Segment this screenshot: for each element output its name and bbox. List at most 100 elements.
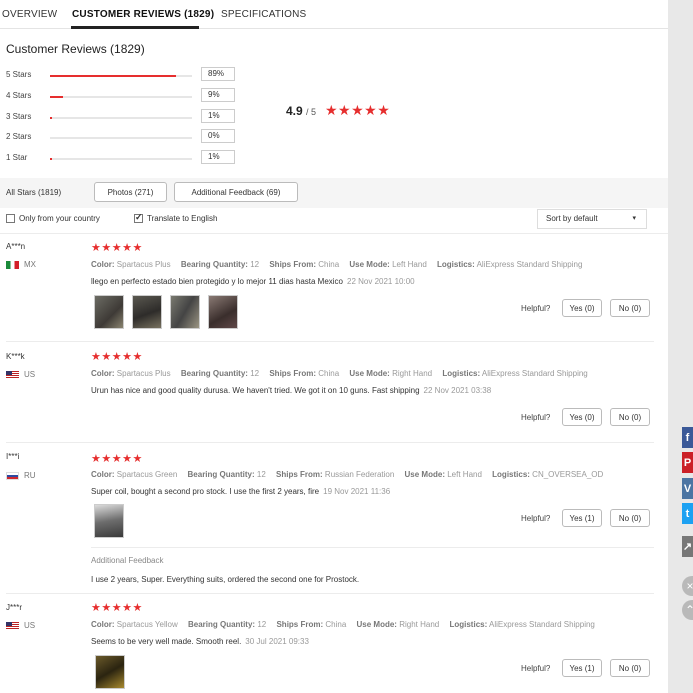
only-country-checkbox[interactable]	[6, 214, 15, 223]
additional-feedback-title: Additional Feedback	[91, 556, 164, 565]
reviewer-country-code: US	[24, 621, 36, 630]
helpful-no-button[interactable]: No (0)	[610, 659, 650, 677]
tab-overview[interactable]: OVERVIEW	[2, 9, 57, 20]
rating-percent: 1%	[201, 109, 235, 123]
pinterest-icon[interactable]: P	[682, 452, 693, 473]
reviewer-name: I***i	[6, 452, 20, 461]
divider	[6, 442, 654, 443]
reviewer-country-code: RU	[24, 471, 36, 480]
reviewer-name: J***r	[6, 603, 23, 612]
rating-percent: 1%	[201, 150, 235, 164]
helpful-no-button[interactable]: No (0)	[610, 509, 650, 527]
rating-row-4[interactable]: 4 Stars 9%	[6, 88, 236, 103]
usa-flag-icon	[6, 621, 19, 630]
tab-customer-reviews[interactable]: CUSTOMER REVIEWS (1829)	[72, 9, 214, 20]
review-date: 19 Nov 2021 11:36	[323, 487, 391, 496]
helpful-label: Helpful?	[521, 413, 551, 422]
tab-specifications[interactable]: SPECIFICATIONS	[221, 9, 306, 20]
rating-bar	[50, 117, 192, 119]
review-text: Super coil, bought a second pro stock. I…	[91, 487, 391, 496]
rating-label: 2 Stars	[6, 132, 32, 141]
rating-row-1[interactable]: 1 Star 1%	[6, 150, 236, 165]
review-stars-icon: ★★★★★	[91, 602, 143, 614]
translate-checkbox[interactable]	[134, 212, 143, 223]
rating-label: 4 Stars	[6, 91, 32, 100]
review-stars-icon: ★★★★★	[91, 242, 143, 254]
average-rating: 4.9 / 5	[286, 104, 316, 118]
review-attributes: Color: Spartacus Yellow Bearing Quantity…	[91, 620, 595, 629]
rating-label: 1 Star	[6, 153, 28, 162]
review-photo-thumbnail[interactable]	[94, 504, 124, 538]
rating-label: 3 Stars	[6, 112, 32, 121]
average-stars-icon: ★★★★★	[325, 102, 391, 118]
review-photo-thumbnail[interactable]	[208, 295, 238, 329]
divider	[6, 341, 654, 342]
translate-label: Translate to English	[147, 214, 218, 223]
facebook-icon[interactable]: f	[682, 427, 693, 448]
helpful-yes-button[interactable]: Yes (0)	[562, 299, 602, 317]
rating-bar	[50, 75, 192, 77]
translate-option[interactable]: Translate to English	[134, 212, 218, 223]
review-stars-icon: ★★★★★	[91, 351, 143, 363]
mexico-flag-icon	[6, 260, 19, 269]
helpful-label: Helpful?	[521, 664, 551, 673]
vk-icon[interactable]: V	[682, 478, 693, 499]
additional-feedback-text: I use 2 years, Super. Everything suits, …	[91, 575, 360, 584]
reviewer-country: MX	[6, 260, 36, 269]
reviewer-country-code: US	[24, 370, 36, 379]
review-photo-thumbnail[interactable]	[170, 295, 200, 329]
rating-bar-fill	[50, 158, 53, 160]
rating-bar	[50, 137, 192, 139]
review-date: 22 Nov 2021 03:38	[423, 386, 492, 395]
review-text: llego en perfecto estado bien protegido …	[91, 277, 415, 286]
rating-percent: 89%	[201, 67, 235, 81]
rating-bar-fill	[50, 96, 63, 98]
rating-bar	[50, 96, 192, 98]
helpful-yes-button[interactable]: Yes (0)	[562, 408, 602, 426]
only-country-label: Only from your country	[19, 214, 100, 223]
reviewer-country: RU	[6, 471, 36, 480]
rating-percent: 9%	[201, 88, 235, 102]
review-photo-thumbnail[interactable]	[95, 655, 125, 689]
chevron-down-icon: ▾	[632, 215, 636, 222]
helpful-no-button[interactable]: No (0)	[610, 299, 650, 317]
usa-flag-icon	[6, 370, 19, 379]
reviewer-name: K***k	[6, 352, 25, 361]
rating-bar-fill	[50, 75, 177, 77]
rating-percent: 0%	[201, 129, 235, 143]
average-rating-suffix: / 5	[306, 107, 317, 117]
review-attributes: Color: Spartacus Green Bearing Quantity:…	[91, 470, 604, 479]
reviewer-name: A***n	[6, 242, 26, 251]
rating-row-3[interactable]: 3 Stars 1%	[6, 109, 236, 124]
review-stars-icon: ★★★★★	[91, 453, 143, 465]
helpful-no-button[interactable]: No (0)	[610, 408, 650, 426]
helpful-yes-button[interactable]: Yes (1)	[562, 509, 602, 527]
review-attributes: Color: Spartacus Plus Bearing Quantity: …	[91, 369, 588, 378]
photos-filter-button[interactable]: Photos (271)	[94, 182, 167, 202]
rating-bar	[50, 158, 192, 160]
only-country-option[interactable]: Only from your country	[6, 214, 100, 223]
review-attributes: Color: Spartacus Plus Bearing Quantity: …	[91, 260, 583, 269]
link-icon[interactable]: ↗	[682, 536, 693, 557]
review-text: Urun has nice and good quality durusa. W…	[91, 386, 492, 395]
divider	[6, 593, 654, 594]
reviewer-country-code: MX	[24, 260, 36, 269]
active-tab-indicator	[71, 26, 199, 29]
helpful-yes-button[interactable]: Yes (1)	[562, 659, 602, 677]
rating-bar-fill	[50, 117, 53, 119]
helpful-label: Helpful?	[521, 304, 551, 313]
rating-row-5[interactable]: 5 Stars 89%	[6, 67, 236, 82]
rating-row-2[interactable]: 2 Stars 0%	[6, 129, 236, 144]
sort-select-value: Sort by default	[546, 214, 598, 223]
sort-select[interactable]: Sort by default ▾	[537, 209, 647, 229]
russia-flag-icon	[6, 471, 19, 480]
review-photo-thumbnail[interactable]	[132, 295, 162, 329]
average-rating-value: 4.9	[286, 104, 303, 118]
twitter-icon[interactable]: t	[682, 503, 693, 524]
helpful-label: Helpful?	[521, 514, 551, 523]
reviewer-country: US	[6, 621, 35, 630]
additional-feedback-filter-button[interactable]: Additional Feedback (69)	[174, 182, 298, 202]
review-photo-thumbnail[interactable]	[94, 295, 124, 329]
all-stars-filter[interactable]: All Stars (1819)	[6, 188, 61, 197]
review-date: 30 Jul 2021 09:33	[245, 637, 309, 646]
